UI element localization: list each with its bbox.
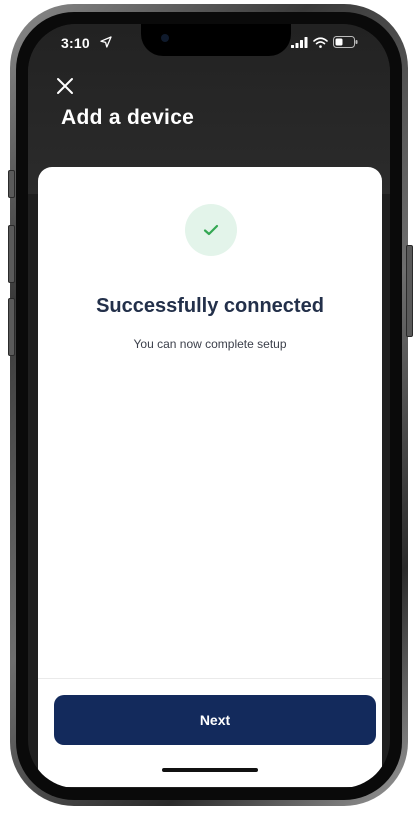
side-button-volume-up — [8, 225, 15, 283]
success-headline: Successfully connected — [96, 295, 324, 317]
notch — [141, 24, 291, 56]
wifi-icon — [313, 36, 328, 48]
close-icon — [57, 78, 73, 94]
side-button-volume-down — [8, 298, 15, 356]
battery-icon — [333, 36, 358, 48]
next-button[interactable]: Next — [54, 695, 376, 745]
checkmark-icon — [203, 224, 219, 236]
side-button-power — [406, 245, 413, 337]
side-button-mute — [8, 170, 15, 198]
page-title: Add a device — [61, 106, 195, 129]
success-badge — [185, 204, 237, 256]
home-indicator — [162, 768, 258, 772]
success-subtext: You can now complete setup — [133, 337, 287, 351]
location-arrow-icon — [100, 36, 112, 48]
footer-divider — [38, 678, 382, 679]
signal-bars-icon — [291, 36, 308, 48]
status-icons — [291, 36, 358, 48]
front-camera — [161, 34, 169, 42]
phone-screen: 3:10 Add a device Successfully connected… — [28, 24, 390, 788]
close-button[interactable] — [56, 76, 80, 100]
status-time: 3:10 — [61, 35, 90, 51]
content-sheet: Successfully connected You can now compl… — [38, 167, 382, 787]
